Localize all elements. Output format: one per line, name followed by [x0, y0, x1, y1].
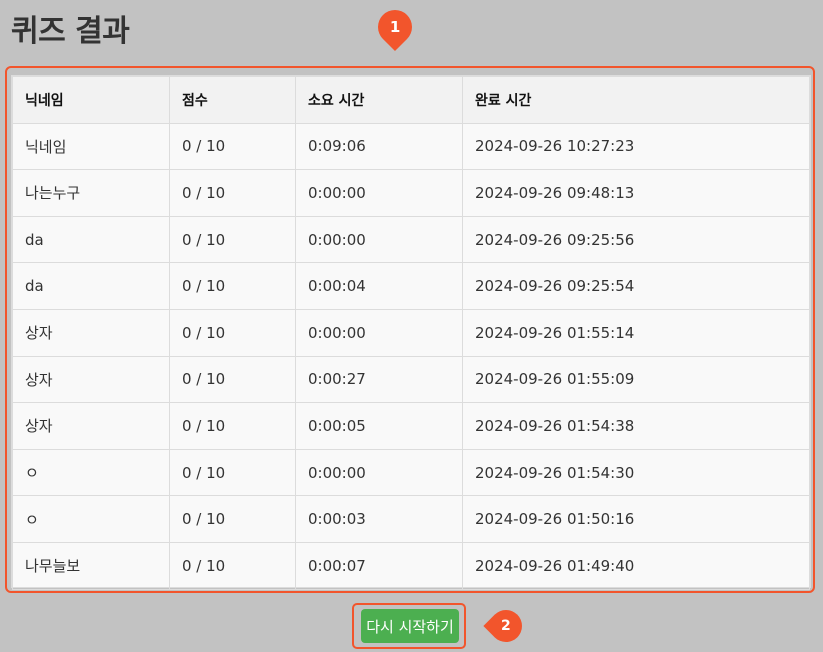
cell-completed-at: 2024-09-26 01:55:14 [462, 308, 810, 357]
header-duration: 소요 시간 [295, 76, 463, 124]
cell-score: 0 / 10 [169, 355, 296, 404]
cell-nickname: 상자 [12, 308, 170, 357]
cell-duration: 0:00:00 [295, 215, 463, 264]
cell-duration: 0:00:07 [295, 541, 463, 590]
results-table-container: 닉네임 점수 소요 시간 완료 시간 닉네임 0 / 10 0:09:06 20… [11, 75, 811, 590]
cell-duration: 0:00:00 [295, 448, 463, 497]
table-row: ㅇ 0 / 10 0:00:03 2024-09-26 01:50:16 [12, 495, 810, 543]
cell-completed-at: 2024-09-26 01:50:16 [462, 495, 810, 543]
table-row: ㅇ 0 / 10 0:00:00 2024-09-26 01:54:30 [12, 448, 810, 497]
cell-nickname: da [12, 215, 170, 264]
header-completed-at: 완료 시간 [462, 76, 810, 124]
cell-nickname: 상자 [12, 402, 170, 450]
page-title: 퀴즈 결과 [11, 14, 130, 49]
quiz-results-page: 퀴즈 결과 1 닉네임 점수 소요 시간 완료 시간 닉네임 0 / 10 0:… [0, 0, 823, 652]
cell-duration: 0:00:00 [295, 169, 463, 217]
cell-nickname: da [12, 262, 170, 310]
marker-number: 1 [389, 18, 401, 36]
cell-duration: 0:00:04 [295, 262, 463, 310]
header-score: 점수 [169, 76, 296, 124]
marker-number: 2 [501, 618, 511, 634]
table-row: da 0 / 10 0:00:04 2024-09-26 09:25:54 [12, 262, 810, 310]
cell-completed-at: 2024-09-26 01:49:40 [462, 541, 810, 590]
cell-score: 0 / 10 [169, 169, 296, 217]
cell-completed-at: 2024-09-26 09:48:13 [462, 169, 810, 217]
cell-nickname: 나무늘보 [12, 541, 170, 590]
table-row: 나무늘보 0 / 10 0:00:07 2024-09-26 01:49:40 [12, 541, 810, 590]
cell-nickname: ㅇ [12, 495, 170, 543]
header-nickname: 닉네임 [12, 76, 170, 124]
restart-button[interactable]: 다시 시작하기 [361, 609, 459, 643]
cell-score: 0 / 10 [169, 541, 296, 590]
cell-nickname: 닉네임 [12, 122, 170, 171]
cell-completed-at: 2024-09-26 01:55:09 [462, 355, 810, 404]
table-row: 상자 0 / 10 0:00:05 2024-09-26 01:54:38 [12, 402, 810, 450]
cell-completed-at: 2024-09-26 01:54:38 [462, 402, 810, 450]
cell-nickname: 나는누구 [12, 169, 170, 217]
table-row: da 0 / 10 0:00:00 2024-09-26 09:25:56 [12, 215, 810, 264]
cell-completed-at: 2024-09-26 09:25:56 [462, 215, 810, 264]
cell-score: 0 / 10 [169, 262, 296, 310]
cell-score: 0 / 10 [169, 308, 296, 357]
cell-duration: 0:00:27 [295, 355, 463, 404]
annotation-marker-2: 2 [483, 603, 529, 649]
results-table: 닉네임 점수 소요 시간 완료 시간 닉네임 0 / 10 0:09:06 20… [12, 76, 810, 590]
cell-score: 0 / 10 [169, 402, 296, 450]
annotation-marker-1: 1 [370, 2, 420, 52]
table-row: 나는누구 0 / 10 0:00:00 2024-09-26 09:48:13 [12, 169, 810, 217]
cell-completed-at: 2024-09-26 01:54:30 [462, 448, 810, 497]
cell-score: 0 / 10 [169, 122, 296, 171]
cell-completed-at: 2024-09-26 09:25:54 [462, 262, 810, 310]
cell-score: 0 / 10 [169, 495, 296, 543]
cell-nickname: ㅇ [12, 448, 170, 497]
cell-duration: 0:00:05 [295, 402, 463, 450]
table-row: 상자 0 / 10 0:00:27 2024-09-26 01:55:09 [12, 355, 810, 404]
table-row: 상자 0 / 10 0:00:00 2024-09-26 01:55:14 [12, 308, 810, 357]
cell-duration: 0:00:03 [295, 495, 463, 543]
cell-duration: 0:09:06 [295, 122, 463, 171]
cell-score: 0 / 10 [169, 448, 296, 497]
cell-nickname: 상자 [12, 355, 170, 404]
cell-completed-at: 2024-09-26 10:27:23 [462, 122, 810, 171]
cell-score: 0 / 10 [169, 215, 296, 264]
cell-duration: 0:00:00 [295, 308, 463, 357]
table-header-row: 닉네임 점수 소요 시간 완료 시간 [12, 76, 810, 124]
table-row: 닉네임 0 / 10 0:09:06 2024-09-26 10:27:23 [12, 122, 810, 171]
